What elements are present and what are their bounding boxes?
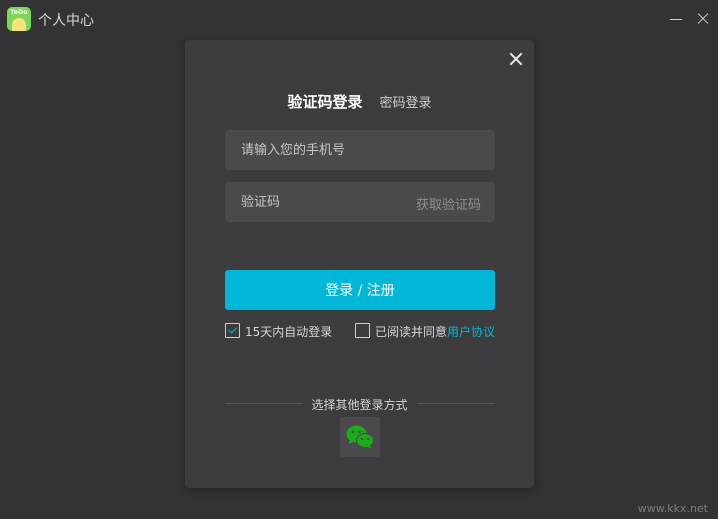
tab-password-login[interactable]: 密码登录 xyxy=(380,96,432,111)
auto-login-label: 15天内自动登录 xyxy=(245,325,333,339)
window-close-button[interactable] xyxy=(694,10,712,28)
user-agreement-link[interactable]: 用户协议 xyxy=(447,325,495,339)
login-dialog: 验证码登录 密码登录 获取验证码 登录 / 注册 15天内自动登录 已阅读并同意… xyxy=(185,40,534,488)
agreement-text: 已阅读并同意 xyxy=(375,325,448,339)
logo-face-icon xyxy=(12,18,26,31)
window-title: 个人中心 xyxy=(38,13,94,29)
minimize-button[interactable] xyxy=(667,10,685,28)
tab-sms-login[interactable]: 验证码登录 xyxy=(287,93,362,111)
auto-login-checkbox[interactable] xyxy=(225,323,240,338)
app-logo: ToDo xyxy=(7,7,31,31)
title-bar: ToDo 个人中心 xyxy=(0,0,718,38)
get-code-button[interactable]: 获取验证码 xyxy=(416,194,481,213)
agreement-label: 已阅读并同意用户协议 xyxy=(375,323,495,340)
phone-input[interactable] xyxy=(225,130,495,170)
other-login-label: 选择其他登录方式 xyxy=(311,398,408,412)
phone-field xyxy=(225,130,495,170)
dialog-close-button[interactable] xyxy=(507,50,525,68)
app-logo-text: ToDo xyxy=(10,9,28,16)
login-register-button[interactable]: 登录 / 注册 xyxy=(225,270,495,310)
agreement-checkbox[interactable] xyxy=(355,323,370,338)
wechat-icon xyxy=(346,425,374,449)
watermark: www.kkx.net xyxy=(637,502,708,515)
login-tabs: 验证码登录 密码登录 xyxy=(185,91,534,112)
wechat-login-button[interactable] xyxy=(340,417,380,457)
code-field: 获取验证码 xyxy=(225,182,495,222)
divider-right xyxy=(417,403,495,404)
